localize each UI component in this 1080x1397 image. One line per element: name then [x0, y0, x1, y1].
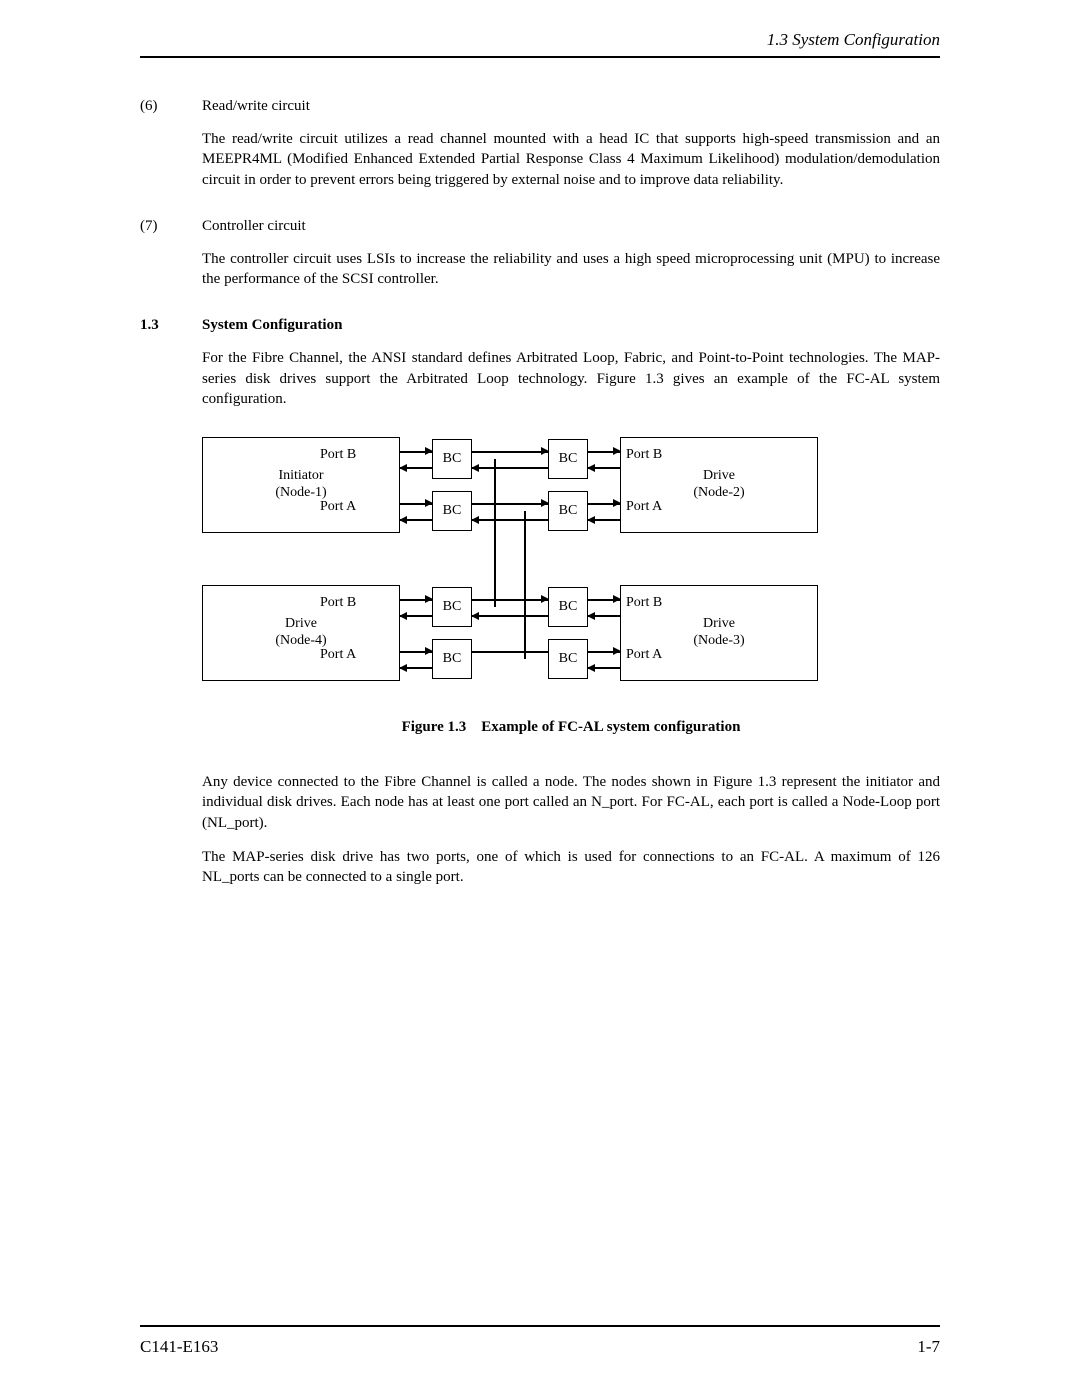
- connector: [400, 667, 432, 669]
- figure-caption-label: Figure 1.3: [402, 719, 467, 735]
- bc-box: BC: [432, 639, 472, 679]
- connector: [588, 451, 620, 453]
- connector: [472, 503, 548, 505]
- page: 1.3 System Configuration (6) Read/write …: [0, 0, 1080, 1397]
- port-a-label: Port A: [626, 647, 662, 663]
- connector: [588, 667, 620, 669]
- running-header: 1.3 System Configuration: [140, 30, 940, 50]
- section-1-3-title: System Configuration: [202, 317, 940, 334]
- port-a-label: Port A: [320, 499, 356, 515]
- connector: [400, 519, 432, 521]
- bc-box: BC: [548, 639, 588, 679]
- footer-doc-code: C141-E163: [140, 1337, 218, 1357]
- section-6-number: (6): [140, 98, 202, 115]
- connector: [400, 615, 432, 617]
- page-footer: C141-E163 1-7: [140, 1337, 940, 1357]
- port-b-label: Port B: [320, 595, 356, 611]
- figure-caption-text: Example of FC-AL system configuration: [481, 719, 740, 735]
- connector: [472, 615, 548, 617]
- after-figure-p2: The MAP-series disk drive has two ports,…: [202, 847, 940, 888]
- node-3-label: Drive: [621, 616, 817, 633]
- bc-box: BC: [432, 491, 472, 531]
- section-7-number: (7): [140, 218, 202, 235]
- footer-page-number: 1-7: [917, 1337, 940, 1357]
- port-b-label: Port B: [626, 447, 662, 463]
- connector: [400, 467, 432, 469]
- connector: [472, 651, 548, 653]
- after-figure-p1: Any device connected to the Fibre Channe…: [202, 772, 940, 833]
- node-4-label: Drive: [203, 616, 399, 633]
- port-a-label: Port A: [626, 499, 662, 515]
- figure-1-3: Initiator (Node-1) Drive (Node-2) Drive …: [202, 437, 940, 687]
- node-1-box: Initiator (Node-1): [202, 437, 400, 533]
- connector: [588, 599, 620, 601]
- top-rule: [140, 56, 940, 58]
- connector: [400, 651, 432, 653]
- section-7-title: Controller circuit: [202, 218, 940, 235]
- bus-line: [524, 511, 526, 659]
- connector: [400, 599, 432, 601]
- section-7: (7) Controller circuit The controller ci…: [140, 218, 940, 290]
- section-1-3-body: For the Fibre Channel, the ANSI standard…: [202, 348, 940, 409]
- bc-box: BC: [548, 439, 588, 479]
- connector: [472, 467, 548, 469]
- bc-box: BC: [432, 587, 472, 627]
- diagram: Initiator (Node-1) Drive (Node-2) Drive …: [202, 437, 822, 687]
- connector: [400, 451, 432, 453]
- port-b-label: Port B: [626, 595, 662, 611]
- connector: [588, 615, 620, 617]
- connector: [472, 599, 548, 601]
- port-a-label: Port A: [320, 647, 356, 663]
- connector: [472, 519, 548, 521]
- connector: [588, 467, 620, 469]
- node-1-sub: (Node-1): [203, 485, 399, 502]
- connector: [472, 451, 548, 453]
- connector: [588, 519, 620, 521]
- connector: [400, 503, 432, 505]
- section-1-3: 1.3 System Configuration For the Fibre C…: [140, 317, 940, 409]
- section-6-body: The read/write circuit utilizes a read c…: [202, 129, 940, 190]
- footer-rule: [140, 1325, 940, 1327]
- port-b-label: Port B: [320, 447, 356, 463]
- section-6-title: Read/write circuit: [202, 98, 940, 115]
- section-7-body: The controller circuit uses LSIs to incr…: [202, 249, 940, 290]
- node-2-label: Drive: [621, 468, 817, 485]
- node-1-label: Initiator: [203, 468, 399, 485]
- node-4-box: Drive (Node-4): [202, 585, 400, 681]
- node-4-sub: (Node-4): [203, 633, 399, 650]
- figure-caption: Figure 1.3 Example of FC-AL system confi…: [202, 719, 940, 736]
- connector: [588, 503, 620, 505]
- connector: [588, 651, 620, 653]
- bus-line: [494, 459, 496, 607]
- section-6: (6) Read/write circuit The read/write ci…: [140, 98, 940, 190]
- bc-box: BC: [548, 491, 588, 531]
- bc-box: BC: [432, 439, 472, 479]
- bc-box: BC: [548, 587, 588, 627]
- section-1-3-number: 1.3: [140, 317, 202, 334]
